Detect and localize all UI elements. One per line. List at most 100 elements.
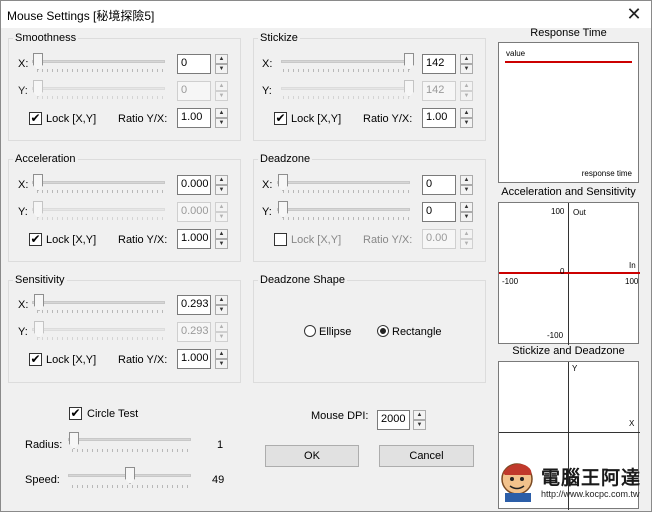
stickize-x-spinner[interactable]: ▲ ▼ [460,54,473,74]
acceleration-x-spinner[interactable]: ▲ ▼ [215,175,228,195]
stickize-ratio-input[interactable]: 1.00 [422,108,456,128]
spin-down-icon[interactable]: ▼ [460,64,473,74]
spin-up-icon[interactable]: ▲ [215,108,228,118]
sensitivity-y-label: Y: [18,326,28,338]
speed-value: 49 [212,474,225,486]
deadzone-y-track[interactable] [277,208,410,211]
spin-up-icon[interactable]: ▲ [460,202,473,212]
accel-y-min: -100 [547,331,564,340]
deadzone-y-input[interactable]: 0 [422,202,456,222]
spin-down-icon[interactable]: ▼ [460,118,473,128]
spin-up-icon[interactable]: ▲ [460,54,473,64]
radius-ticks [72,449,191,452]
spin-down-icon[interactable]: ▼ [460,212,473,222]
smoothness-x-input[interactable]: 0 [177,54,211,74]
ellipse-label[interactable]: Ellipse [319,326,351,338]
spin-up-icon: ▲ [215,322,228,332]
smoothness-x-spinner[interactable]: ▲ ▼ [215,54,228,74]
sensitivity-x-spinner[interactable]: ▲ ▼ [215,295,228,315]
radius-value: 1 [217,439,224,451]
circle-test-checkbox[interactable]: ✔ [69,407,82,420]
smoothness-ratio-spinner[interactable]: ▲ ▼ [215,108,228,128]
spin-down-icon[interactable]: ▼ [215,359,228,369]
sensitivity-ratio-label: Ratio Y/X: [118,354,168,366]
spin-up-icon[interactable]: ▲ [215,295,228,305]
acceleration-y-spinner: ▲ ▼ [215,202,228,222]
smoothness-y-input: 0 [177,81,211,101]
close-icon[interactable]: ✕ [623,3,645,25]
response-time-panel: Response Time value response time [497,25,640,185]
stickize-deadzone-title: Stickize and Deadzone [512,345,625,357]
spin-up-icon[interactable]: ▲ [460,108,473,118]
stickize-lock-checkbox[interactable]: ✔ [274,112,287,125]
acceleration-x-input[interactable]: 0.000 [177,175,211,195]
smoothness-y-spinner: ▲ ▼ [215,81,228,101]
stickize-y-input: 142 [422,81,456,101]
accel-y-axis-label: Out [573,208,586,217]
sensitivity-y-input: 0.293 [177,322,211,342]
smoothness-y-ticks [37,96,165,99]
smoothness-lock-checkbox[interactable]: ✔ [29,112,42,125]
spin-down-icon[interactable]: ▼ [460,185,473,195]
response-time-x-label: response time [581,169,632,178]
radius-label: Radius: [25,439,63,451]
spin-down-icon[interactable]: ▼ [215,305,228,315]
cancel-button[interactable]: Cancel [379,445,474,467]
sensitivity-lock-label: Lock [X,Y] [46,354,97,366]
accel-sensitivity-panel: Acceleration and Sensitivity 100 Out In … [497,184,640,345]
stick-x-axis [499,432,640,433]
spin-up-icon[interactable]: ▲ [413,410,426,420]
deadzone-x-spinner[interactable]: ▲ ▼ [460,175,473,195]
smoothness-x-label: X: [18,58,29,70]
speed-slider-thumb[interactable] [125,467,135,484]
spin-up-icon[interactable]: ▲ [215,229,228,239]
acceleration-y-label: Y: [18,206,28,218]
acceleration-ratio-spinner[interactable]: ▲ ▼ [215,229,228,249]
rectangle-label[interactable]: Rectangle [392,326,442,338]
sensitivity-lock-checkbox[interactable]: ✔ [29,353,42,366]
spin-down-icon[interactable]: ▼ [215,118,228,128]
smoothness-ratio-label: Ratio Y/X: [118,113,168,125]
deadzone-shape-title: Deadzone Shape [258,274,348,286]
acceleration-ratio-input[interactable]: 1.000 [177,229,211,249]
rectangle-radio[interactable] [377,325,389,337]
deadzone-x-input[interactable]: 0 [422,175,456,195]
spin-down-icon: ▼ [460,239,473,249]
sensitivity-x-track[interactable] [32,301,165,304]
spin-down-icon[interactable]: ▼ [215,239,228,249]
spin-down-icon: ▼ [460,91,473,101]
mouse-dpi-input[interactable]: 2000 [377,410,410,430]
deadzone-y-spinner[interactable]: ▲ ▼ [460,202,473,222]
sensitivity-y-spinner: ▲ ▼ [215,322,228,342]
spin-up-icon[interactable]: ▲ [460,175,473,185]
mascot-icon [501,463,533,502]
sensitivity-ratio-spinner[interactable]: ▲ ▼ [215,349,228,369]
spin-down-icon[interactable]: ▼ [215,64,228,74]
sensitivity-ratio-input[interactable]: 1.000 [177,349,211,369]
deadzone-x-track[interactable] [277,181,410,184]
spin-up-icon[interactable]: ▲ [215,349,228,359]
spin-up-icon[interactable]: ▲ [215,175,228,185]
stickize-x-input[interactable]: 142 [422,54,456,74]
stickize-x-track[interactable] [281,60,414,63]
ok-button[interactable]: OK [265,445,359,467]
spin-up-icon[interactable]: ▲ [215,54,228,64]
sensitivity-x-input[interactable]: 0.293 [177,295,211,315]
acceleration-y-ticks [37,217,165,220]
acceleration-lock-checkbox[interactable]: ✔ [29,233,42,246]
sensitivity-x-label: X: [18,299,29,311]
stickize-ratio-spinner[interactable]: ▲ ▼ [460,108,473,128]
spin-down-icon[interactable]: ▼ [215,185,228,195]
deadzone-lock-checkbox[interactable] [274,233,287,246]
acceleration-x-track[interactable] [32,181,165,184]
accel-sensitivity-title: Acceleration and Sensitivity [501,186,636,198]
acceleration-y-track [32,208,165,211]
spin-down-icon[interactable]: ▼ [413,420,426,430]
mouse-dpi-spinner[interactable]: ▲ ▼ [413,410,426,430]
response-time-plot: value response time [498,42,639,183]
smoothness-x-track[interactable] [32,60,165,63]
radius-track[interactable] [68,438,191,441]
radius-slider-thumb[interactable] [69,432,79,449]
ellipse-radio[interactable] [304,325,316,337]
smoothness-ratio-input[interactable]: 1.00 [177,108,211,128]
